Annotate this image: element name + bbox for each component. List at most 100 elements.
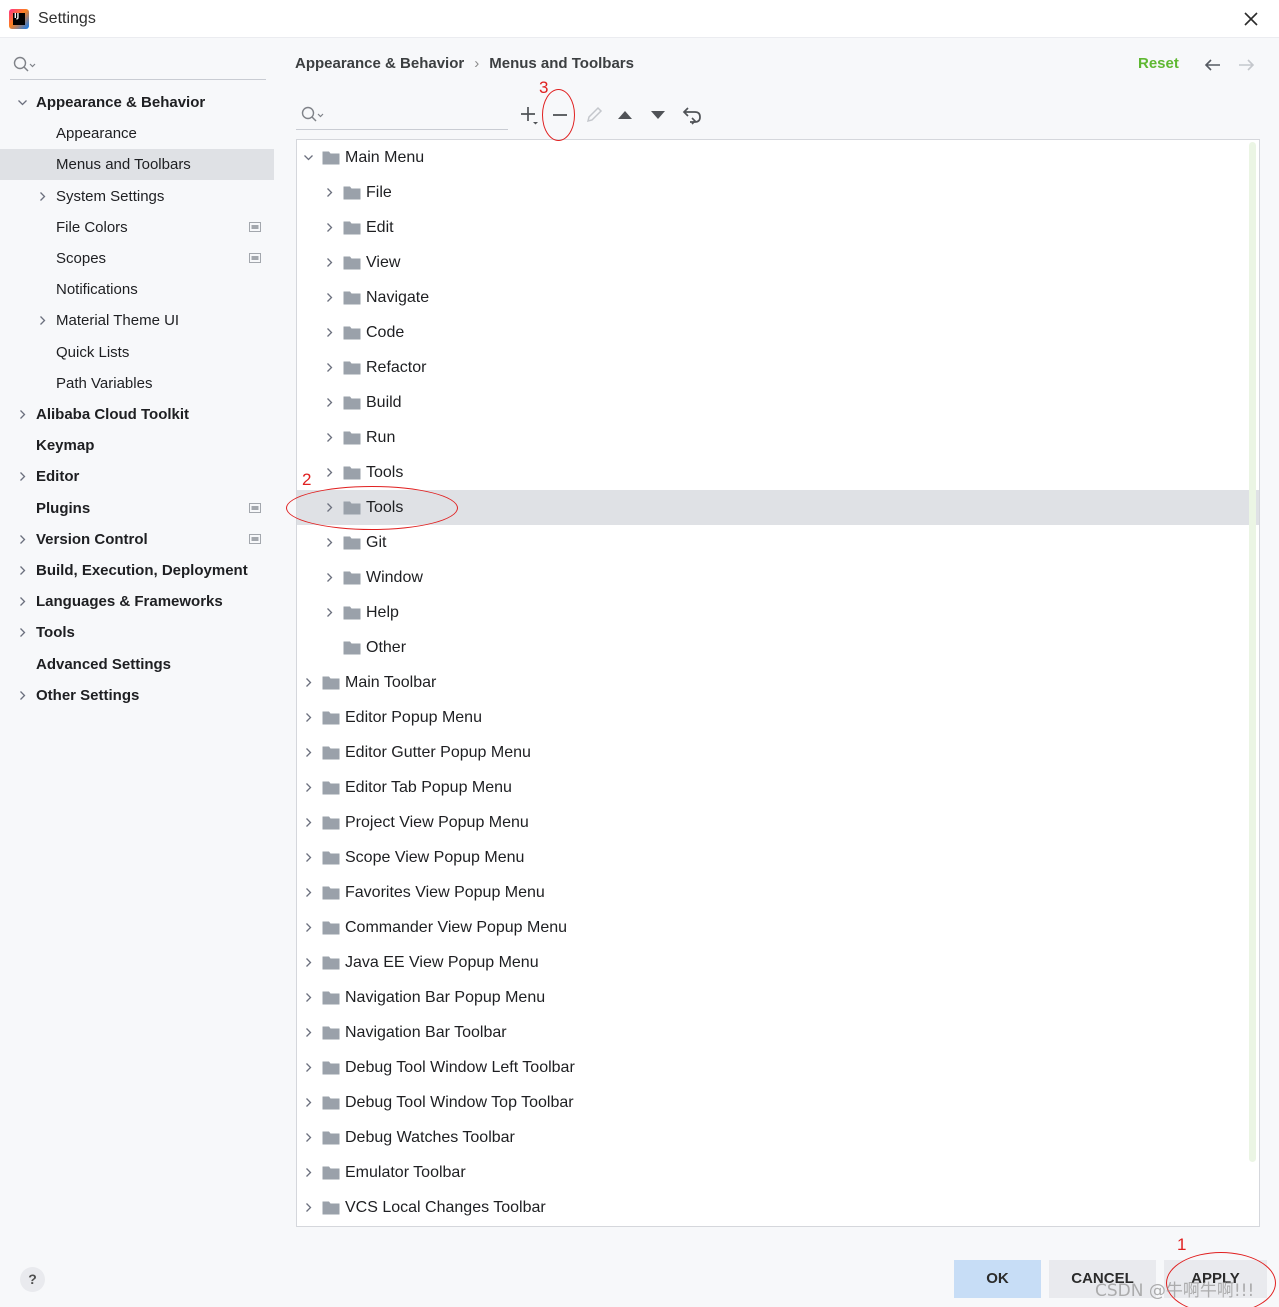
sidebar-item[interactable]: Version Control [0,524,274,555]
chevron-right-icon[interactable] [324,362,335,373]
sidebar-item[interactable]: Material Theme UI [0,305,274,336]
sidebar-item[interactable]: Alibaba Cloud Toolkit [0,399,274,430]
help-button[interactable]: ? [20,1267,45,1292]
tree-row[interactable]: Tools [297,455,1259,490]
chevron-right-icon[interactable] [303,887,314,898]
chevron-right-icon[interactable] [324,187,335,198]
chevron-right-icon[interactable] [17,565,28,576]
chevron-right-icon[interactable] [17,627,28,638]
tree-row[interactable]: Navigation Bar Toolbar [297,1015,1259,1050]
chevron-right-icon[interactable] [303,712,314,723]
sidebar-item[interactable]: Menus and Toolbars [0,149,274,181]
tree-row[interactable]: Run [297,420,1259,455]
sidebar-item[interactable]: Path Variables [0,368,274,399]
chevron-right-icon[interactable] [303,1062,314,1073]
tree-row[interactable]: Navigate [297,280,1259,315]
chevron-right-icon[interactable] [303,1027,314,1038]
tree-row[interactable]: File [297,175,1259,210]
chevron-right-icon[interactable] [324,292,335,303]
sidebar-item[interactable]: Quick Lists [0,337,274,368]
chevron-right-icon[interactable] [324,222,335,233]
chevron-right-icon[interactable] [17,409,28,420]
tree-row[interactable]: Editor Gutter Popup Menu [297,735,1259,770]
sidebar-item[interactable]: Plugins [0,493,274,524]
chevron-right-icon[interactable] [17,596,28,607]
vertical-scrollbar[interactable] [1249,142,1256,1162]
tree-row[interactable]: Project View Popup Menu [297,805,1259,840]
breadcrumb-item-parent[interactable]: Appearance & Behavior [295,55,464,72]
sidebar-item[interactable]: Scopes [0,243,274,274]
add-icon[interactable] [517,103,541,127]
chevron-right-icon[interactable] [324,467,335,478]
chevron-right-icon[interactable] [303,1202,314,1213]
chevron-right-icon[interactable] [324,607,335,618]
chevron-right-icon[interactable] [303,1132,314,1143]
chevron-right-icon[interactable] [324,257,335,268]
tree-row[interactable]: Code [297,315,1259,350]
ok-button[interactable]: OK [954,1260,1041,1298]
chevron-right-icon[interactable] [303,992,314,1003]
tree-row[interactable]: Window [297,560,1259,595]
move-down-icon[interactable] [646,103,670,127]
tree-row[interactable]: Other [297,630,1259,665]
back-arrow-icon[interactable] [1203,55,1223,75]
tree-row[interactable]: Help [297,595,1259,630]
move-up-icon[interactable] [613,103,637,127]
tree-row[interactable]: Java EE View Popup Menu [297,945,1259,980]
sidebar-item[interactable]: Appearance & Behavior [0,87,274,118]
sidebar-item[interactable]: Other Settings [0,680,274,711]
tree-row[interactable]: Debug Tool Window Left Toolbar [297,1050,1259,1085]
chevron-right-icon[interactable] [324,432,335,443]
chevron-right-icon[interactable] [324,572,335,583]
chevron-right-icon[interactable] [303,817,314,828]
chevron-right-icon[interactable] [303,782,314,793]
sidebar-item[interactable]: Editor [0,461,274,492]
chevron-right-icon[interactable] [37,191,48,202]
tree-row[interactable]: Editor Tab Popup Menu [297,770,1259,805]
tree-row[interactable]: Emulator Toolbar [297,1155,1259,1190]
tree-row[interactable]: Debug Watches Toolbar [297,1120,1259,1155]
tree-row[interactable]: Refactor [297,350,1259,385]
chevron-right-icon[interactable] [303,957,314,968]
chevron-right-icon[interactable] [37,315,48,326]
chevron-right-icon[interactable] [303,677,314,688]
chevron-right-icon[interactable] [17,534,28,545]
chevron-right-icon[interactable] [324,397,335,408]
chevron-right-icon[interactable] [303,852,314,863]
chevron-right-icon[interactable] [303,747,314,758]
actions-search-input[interactable] [296,100,508,130]
chevron-right-icon[interactable] [303,922,314,933]
tree-row[interactable]: Navigation Bar Popup Menu [297,980,1259,1015]
sidebar-item[interactable]: Build, Execution, Deployment [0,555,274,586]
chevron-down-icon[interactable] [303,152,314,163]
chevron-right-icon[interactable] [303,1097,314,1108]
sidebar-item[interactable]: Notifications [0,274,274,305]
tree-row[interactable]: Main Menu [297,140,1259,175]
reset-link[interactable]: Reset [1138,55,1179,72]
sidebar-item[interactable]: Keymap [0,430,274,461]
chevron-right-icon[interactable] [303,1167,314,1178]
chevron-right-icon[interactable] [17,690,28,701]
sidebar-item[interactable]: File Colors [0,212,274,243]
forward-arrow-icon[interactable] [1236,55,1256,75]
tree-row[interactable]: Edit [297,210,1259,245]
sidebar-search-input[interactable] [10,52,266,80]
sidebar-item[interactable]: Languages & Frameworks [0,586,274,617]
tree-row[interactable]: Commander View Popup Menu [297,910,1259,945]
tree-row[interactable]: View [297,245,1259,280]
tree-row[interactable]: Git [297,525,1259,560]
chevron-down-icon[interactable] [17,97,28,108]
chevron-right-icon[interactable] [324,327,335,338]
tree-row[interactable]: Scope View Popup Menu [297,840,1259,875]
tree-row[interactable]: Main Toolbar [297,665,1259,700]
sidebar-item[interactable]: System Settings [0,181,274,212]
tree-row[interactable]: Build [297,385,1259,420]
tree-row[interactable]: Favorites View Popup Menu [297,875,1259,910]
tree-row[interactable]: Debug Tool Window Top Toolbar [297,1085,1259,1120]
chevron-right-icon[interactable] [17,471,28,482]
chevron-right-icon[interactable] [324,537,335,548]
tree-row[interactable]: VCS Local Changes Toolbar [297,1190,1259,1225]
close-icon[interactable] [1238,6,1264,32]
sidebar-item[interactable]: Advanced Settings [0,649,274,680]
sidebar-item[interactable]: Appearance [0,118,274,149]
